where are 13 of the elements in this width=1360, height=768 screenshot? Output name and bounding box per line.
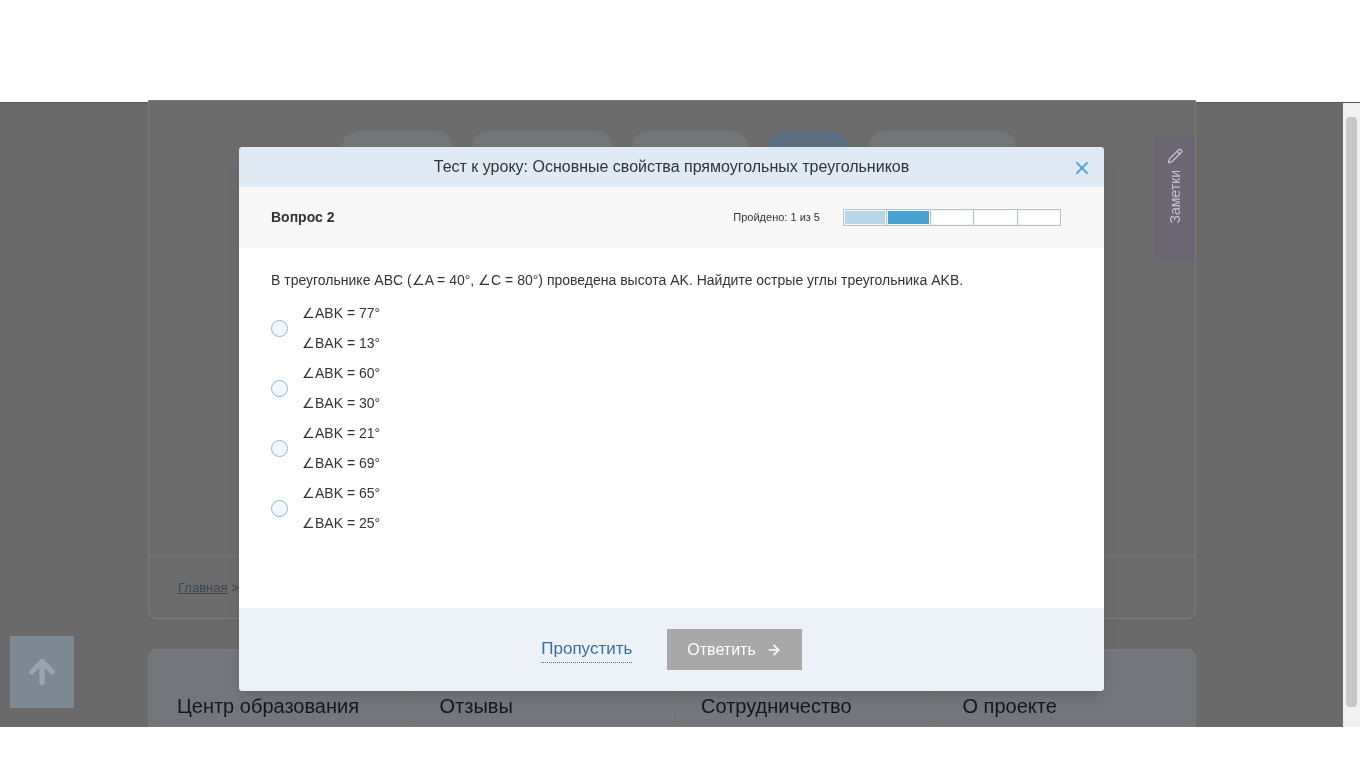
answer-option-text: ∠ABK = 65° xyxy=(302,484,381,503)
breadcrumb-separator: > xyxy=(231,578,240,597)
answer-option-text: ∠BAK = 13° xyxy=(302,334,381,353)
question-text: В треугольнике ABC (∠A = 40°, ∠C = 80°) проведена высота AK. Найдите острые углы треугольника AKB. xyxy=(271,271,965,290)
answer-option-text: ∠BAK = 30° xyxy=(302,394,381,413)
answer-option-text: ∠BAK = 25° xyxy=(302,514,381,533)
answer-option-text: ∠BAK = 69° xyxy=(302,454,381,473)
answer-option-text: ∠ABK = 21° xyxy=(302,424,381,443)
answer-option-text: ∠ABK = 77° xyxy=(302,304,381,323)
progress-text: Пройдено: 1 из 5 xyxy=(733,210,820,226)
answer-option-text: ∠ABK = 60° xyxy=(302,364,381,383)
question-number: Вопрос 2 xyxy=(271,208,335,227)
dialog-title: Тест к уроку: Основные свойства прямоугольных треугольников xyxy=(433,157,910,177)
